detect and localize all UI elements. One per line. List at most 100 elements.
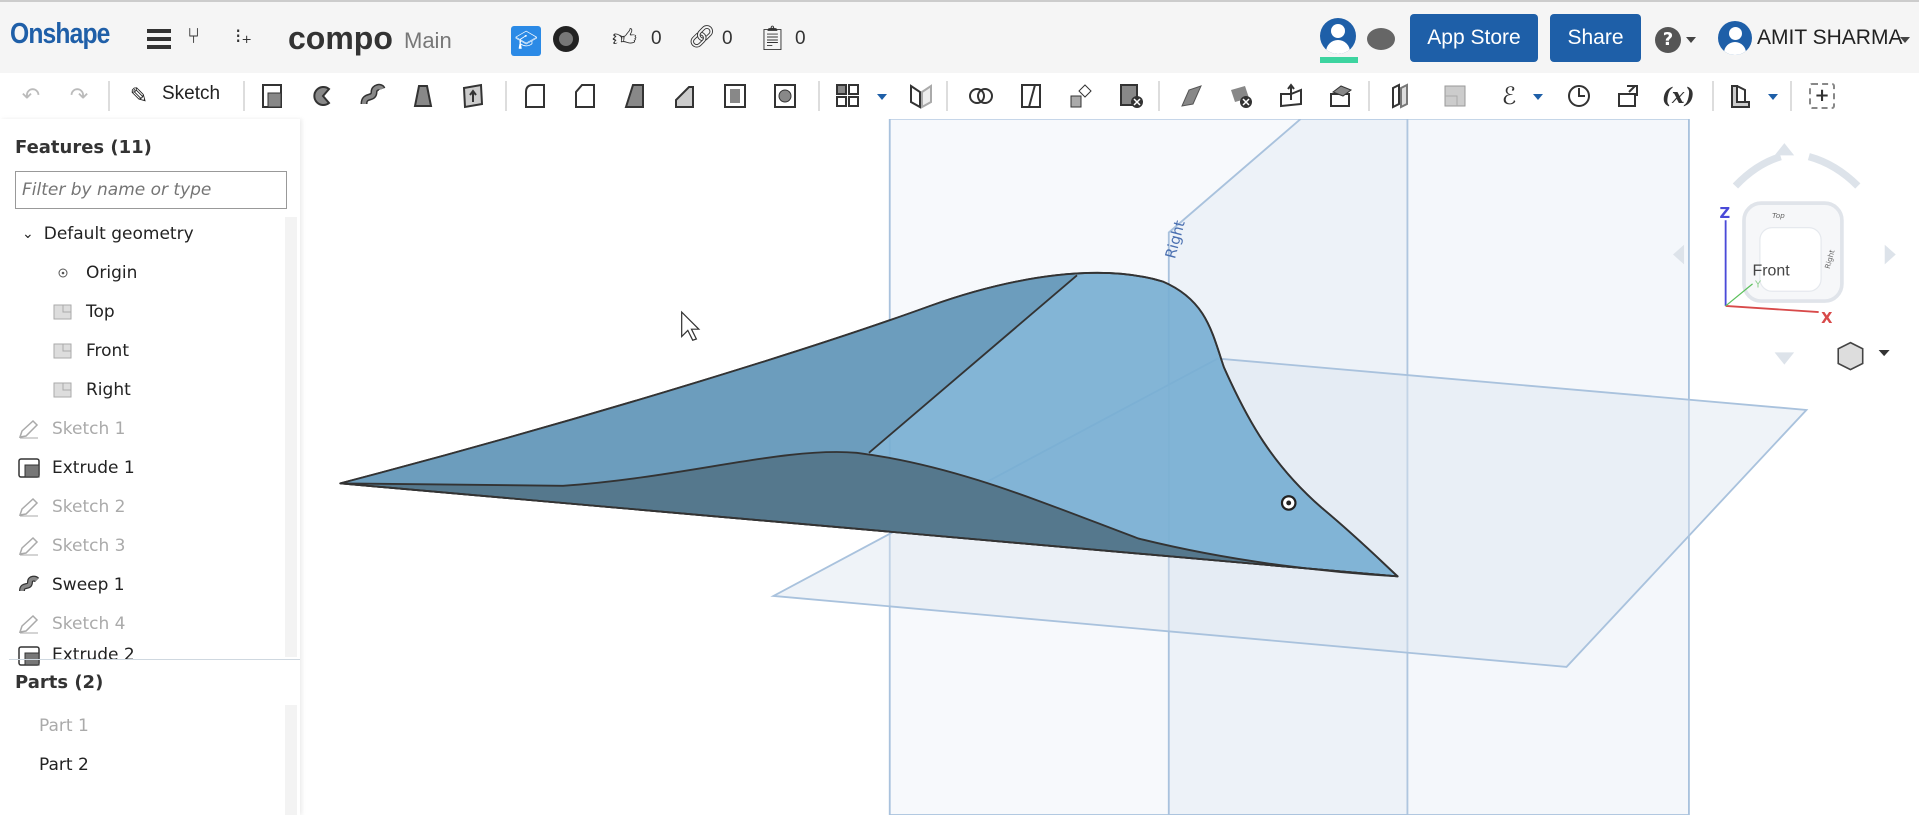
toolbar-divider xyxy=(946,81,948,111)
learning-center-icon[interactable]: 🎓︎ xyxy=(511,26,541,56)
view-right-arrow[interactable] xyxy=(1884,244,1896,265)
undo-icon[interactable]: ↶ xyxy=(16,81,46,111)
help-chevron-down-icon[interactable] xyxy=(1686,37,1696,48)
pattern-icon[interactable] xyxy=(833,81,863,111)
offset-surface-icon[interactable] xyxy=(1326,81,1356,111)
transform-icon[interactable] xyxy=(1066,81,1096,111)
variable-button[interactable]: (x) xyxy=(1662,83,1694,108)
feature-item[interactable]: Sketch 4 xyxy=(16,606,301,642)
link-icon[interactable]: 🔗︎ xyxy=(688,25,716,50)
rotate-left-arrow[interactable] xyxy=(1732,153,1782,189)
feature-item[interactable]: Origin xyxy=(50,255,335,291)
extrude-icon xyxy=(16,645,42,667)
measure-clock-icon[interactable] xyxy=(1564,81,1594,111)
user-chevron-down-icon[interactable] xyxy=(1900,37,1910,48)
extrude-icon[interactable] xyxy=(258,81,288,111)
feature-item[interactable]: Sweep 1 xyxy=(16,567,301,603)
user-menu[interactable]: AMIT SHARMA xyxy=(1757,26,1902,50)
sheet-metal-icon[interactable] xyxy=(1726,81,1756,111)
axis-y-label: Y xyxy=(1754,280,1761,291)
feature-item[interactable]: Sketch 2 xyxy=(16,489,301,525)
presence-indicator xyxy=(1320,57,1358,63)
feature-group-label: Default geometry xyxy=(43,224,194,244)
hamburger-menu-icon[interactable] xyxy=(147,29,171,49)
feature-item[interactable]: Sketch 1 xyxy=(16,411,301,447)
feature-item[interactable]: Extrude 2 xyxy=(16,645,301,667)
sketch-button[interactable]: Sketch xyxy=(162,83,220,105)
help-icon[interactable]: ? xyxy=(1655,27,1681,53)
redo-icon[interactable]: ↷ xyxy=(64,81,94,111)
part-item[interactable]: Part 2 xyxy=(39,747,324,783)
feature-item[interactable]: Top xyxy=(50,294,335,330)
feature-item[interactable]: Extrude 1 xyxy=(16,450,301,486)
rotate-right-arrow[interactable] xyxy=(1807,153,1861,189)
feature-item-label: Sweep 1 xyxy=(52,575,125,595)
version-history-icon[interactable]: ⑂ xyxy=(187,24,200,49)
revolve-icon[interactable] xyxy=(308,81,338,111)
presence-avatar[interactable] xyxy=(1320,18,1356,54)
top-bar: Onshape ⑂ ⁝₊ compo Main 🎓︎ 👍︎ 0 🔗︎ 0 📋︎ … xyxy=(0,0,1919,73)
feature-item[interactable]: Front xyxy=(50,333,335,369)
sketch-icon xyxy=(16,535,42,557)
chevron-down-icon[interactable]: ⌄ xyxy=(22,226,34,242)
feature-item[interactable]: Sketch 3 xyxy=(16,528,301,564)
share-button[interactable]: Share xyxy=(1550,14,1641,62)
feature-item-label: Sketch 2 xyxy=(52,497,126,517)
feature-group-default-geometry[interactable]: ⌄ Default geometry xyxy=(22,216,307,252)
sweep-icon[interactable] xyxy=(358,81,388,111)
split-icon[interactable] xyxy=(1016,81,1046,111)
sketch-pencil-icon[interactable]: ✎ xyxy=(124,81,154,111)
view-down-arrow[interactable] xyxy=(1774,352,1795,365)
viewcube-front[interactable]: Front xyxy=(1753,262,1791,279)
rib-icon[interactable] xyxy=(670,81,700,111)
add-custom-feature-icon[interactable]: + xyxy=(1807,81,1837,111)
draft-icon[interactable] xyxy=(620,81,650,111)
like-icon[interactable]: 👍︎ xyxy=(612,24,637,53)
public-globe-icon[interactable] xyxy=(553,26,579,52)
feature-item-label: Extrude 2 xyxy=(52,645,135,665)
view-mode-dropdown[interactable] xyxy=(1837,341,1890,371)
shell-icon[interactable] xyxy=(720,81,750,111)
feature-filter-input[interactable] xyxy=(15,171,287,209)
extrude-icon xyxy=(16,457,42,479)
loft-icon[interactable] xyxy=(408,81,438,111)
helix-icon[interactable]: ℰ xyxy=(1494,81,1524,111)
fillet-icon[interactable] xyxy=(520,81,550,111)
hole-icon[interactable] xyxy=(770,81,800,111)
origin-marker[interactable] xyxy=(1280,495,1297,511)
app-store-button[interactable]: App Store xyxy=(1410,14,1538,62)
plane-tool-icon[interactable] xyxy=(1386,81,1416,111)
toolbar-divider xyxy=(818,81,820,111)
part-item[interactable]: Part 1 xyxy=(39,708,324,744)
toolbar-divider xyxy=(1158,81,1160,111)
feature-item[interactable]: Right xyxy=(50,372,335,408)
chamfer-icon[interactable] xyxy=(570,81,600,111)
onshape-logo[interactable]: Onshape xyxy=(10,18,110,51)
replace-face-icon[interactable] xyxy=(1276,81,1306,111)
view-cube[interactable]: Front Top Right Z X Y xyxy=(1673,143,1896,365)
configuration-icon[interactable]: ⁝₊ xyxy=(235,24,252,48)
derived-icon[interactable] xyxy=(1614,81,1644,111)
user-avatar[interactable] xyxy=(1718,21,1752,55)
thicken-icon[interactable] xyxy=(458,81,488,111)
sheet-metal-chevron-down-icon[interactable] xyxy=(1768,94,1778,105)
boolean-icon[interactable] xyxy=(966,81,996,111)
part-item-label: Part 2 xyxy=(39,755,89,775)
helix-chevron-down-icon[interactable] xyxy=(1533,94,1543,105)
copy-icon[interactable]: 📋︎ xyxy=(757,24,787,52)
like-count: 0 xyxy=(651,28,662,49)
viewcube-top[interactable]: Top xyxy=(1772,211,1785,220)
toolbar-divider xyxy=(1712,81,1714,111)
comments-icon[interactable] xyxy=(1367,28,1395,50)
mirror-icon[interactable] xyxy=(906,81,936,111)
move-face-icon[interactable] xyxy=(1176,81,1206,111)
delete-part-icon[interactable] xyxy=(1116,81,1146,111)
mate-connector-icon[interactable] xyxy=(1440,81,1470,111)
toolbar-divider xyxy=(505,81,507,111)
delete-face-icon[interactable] xyxy=(1226,81,1256,111)
workspace-branch[interactable]: Main xyxy=(404,28,452,54)
view-up-arrow[interactable] xyxy=(1774,143,1795,156)
pattern-chevron-down-icon[interactable] xyxy=(877,94,887,105)
panel-divider[interactable] xyxy=(9,659,300,660)
document-title[interactable]: compo xyxy=(288,20,393,57)
